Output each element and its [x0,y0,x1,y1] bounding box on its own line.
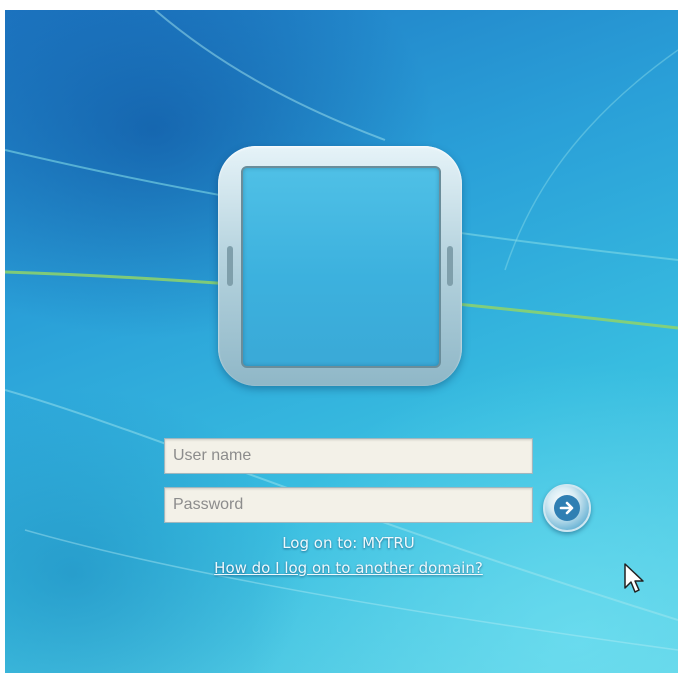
user-tile-icon [218,146,462,386]
tile-tab-left [227,246,233,286]
logon-to-label: Log on to: MYTRU [282,534,415,552]
user-picture [241,166,441,368]
submit-button[interactable] [543,484,591,532]
tile-tab-right [447,246,453,286]
mouse-pointer-icon [624,563,644,593]
arrow-right-icon [554,495,580,521]
another-domain-link[interactable]: How do I log on to another domain? [164,559,533,577]
login-screen: Log on to: MYTRU How do I log on to anot… [5,10,678,673]
username-field[interactable] [164,438,533,474]
password-field[interactable] [164,487,533,523]
